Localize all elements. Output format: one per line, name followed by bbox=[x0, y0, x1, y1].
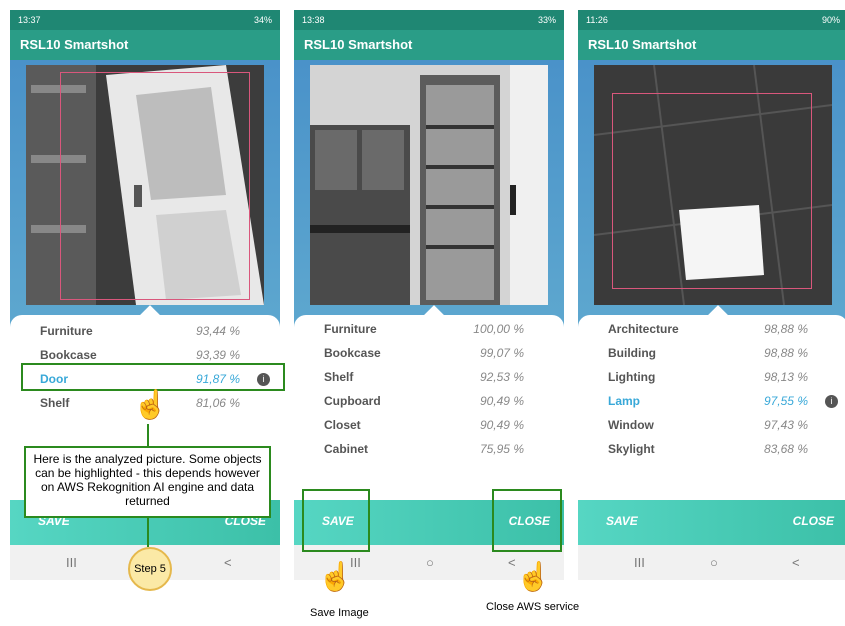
annotation-callout: Here is the analyzed picture. Some objec… bbox=[24, 446, 271, 518]
home-icon[interactable]: ○ bbox=[426, 555, 434, 570]
door-highlight-box bbox=[21, 363, 285, 391]
result-row[interactable]: Cupboard 90,49 % bbox=[324, 391, 524, 413]
step-badge: Step 5 bbox=[128, 547, 172, 591]
back-icon[interactable]: < bbox=[224, 555, 232, 570]
recent-apps-icon[interactable]: III bbox=[66, 555, 77, 570]
save-caption: Save Image bbox=[310, 607, 369, 619]
hand-pointer-icon: ☝ bbox=[516, 561, 551, 592]
recent-apps-icon[interactable]: III bbox=[634, 555, 645, 570]
status-bar: 13:38 33% bbox=[294, 10, 564, 30]
result-row[interactable]: Bookcase 99,07 % bbox=[324, 343, 524, 365]
analyzed-photo bbox=[26, 65, 264, 305]
home-icon[interactable]: ○ bbox=[710, 555, 718, 570]
result-row[interactable]: Building 98,88 % bbox=[608, 343, 808, 365]
hand-pointer-icon: ☝ bbox=[133, 389, 168, 420]
system-nav-bar: III ○ < bbox=[578, 545, 845, 580]
save-highlight-box bbox=[302, 489, 370, 552]
hand-pointer-icon: ☝ bbox=[318, 561, 353, 592]
battery-level: 34% bbox=[253, 15, 272, 25]
results-card: Architecture 98,88 % Building 98,88 % Li… bbox=[578, 305, 845, 505]
close-caption: Close AWS service bbox=[486, 601, 580, 613]
action-bar: SAVE CLOSE bbox=[578, 500, 845, 545]
result-row[interactable]: Lighting 98,13 % bbox=[608, 367, 808, 389]
result-row[interactable]: Window 97,43 % bbox=[608, 415, 808, 437]
phone-screen-3: 11:26 90% RSL10 Smartshot Architecture 9… bbox=[578, 10, 845, 580]
status-time: 13:37 bbox=[18, 15, 41, 25]
result-row[interactable]: Furniture 100,00 % bbox=[324, 319, 524, 341]
status-time: 13:38 bbox=[302, 15, 325, 25]
close-highlight-box bbox=[492, 489, 562, 552]
back-icon[interactable]: < bbox=[508, 555, 516, 570]
status-bar: 11:26 90% bbox=[578, 10, 845, 30]
status-time: 11:26 bbox=[586, 15, 608, 25]
detection-box bbox=[612, 93, 812, 289]
app-title: RSL10 Smartshot bbox=[578, 30, 845, 60]
battery-level: 33% bbox=[537, 15, 556, 25]
save-button[interactable]: SAVE bbox=[606, 514, 638, 528]
analyzed-photo bbox=[310, 65, 548, 305]
result-row[interactable]: Closet 90,49 % bbox=[324, 415, 524, 437]
battery-level: 90% bbox=[821, 15, 840, 25]
result-row[interactable]: Cabinet 75,95 % bbox=[324, 439, 524, 461]
result-row[interactable]: Shelf 92,53 % bbox=[324, 367, 524, 389]
result-row-selected[interactable]: Lamp 97,55 % bbox=[608, 391, 808, 413]
result-row[interactable]: Furniture 93,44 % bbox=[40, 321, 240, 343]
cabinet-photo bbox=[310, 65, 548, 305]
app-title: RSL10 Smartshot bbox=[294, 30, 564, 60]
connector-line bbox=[147, 424, 149, 446]
connector-line bbox=[147, 518, 149, 547]
status-bar: 13:37 34% bbox=[10, 10, 280, 30]
result-row[interactable]: Skylight 83,68 % bbox=[608, 439, 808, 461]
close-button[interactable]: CLOSE bbox=[793, 514, 834, 528]
analyzed-photo bbox=[594, 65, 832, 305]
result-row[interactable]: Architecture 98,88 % bbox=[608, 319, 808, 341]
back-icon[interactable]: < bbox=[792, 555, 800, 570]
results-card: Furniture 100,00 % Bookcase 99,07 % Shel… bbox=[294, 305, 564, 505]
detection-box bbox=[60, 72, 250, 300]
app-title: RSL10 Smartshot bbox=[10, 30, 280, 60]
highlight-icon[interactable]: i bbox=[825, 395, 838, 408]
